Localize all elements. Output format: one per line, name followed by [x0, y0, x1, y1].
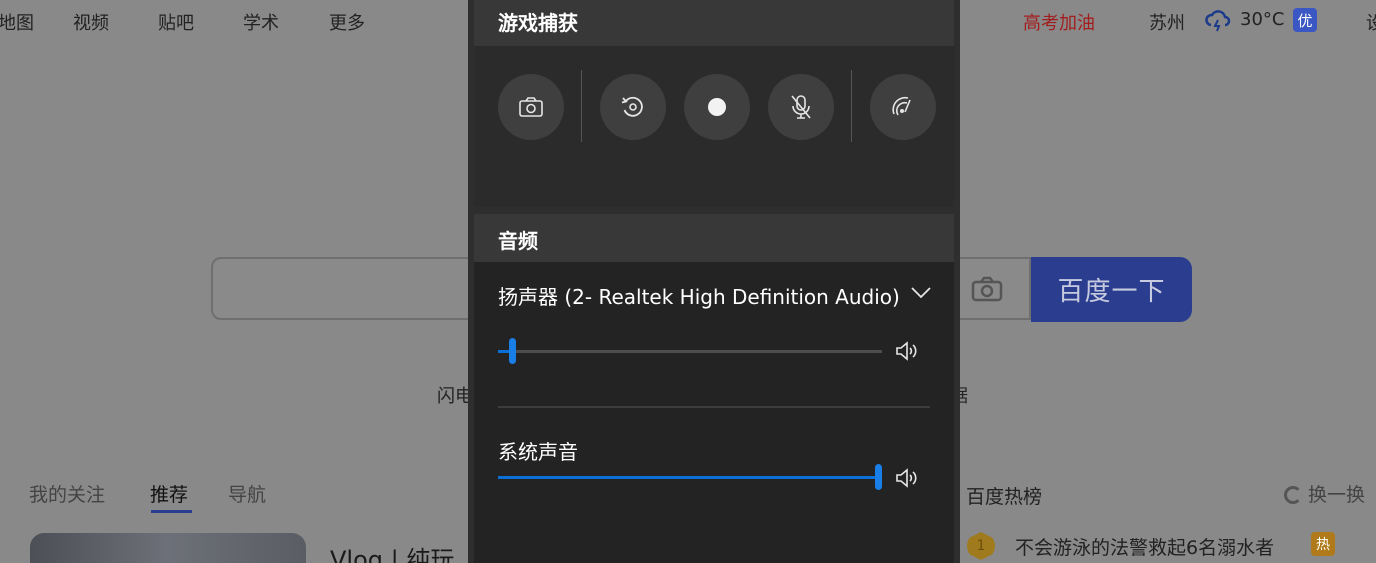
active-tab-indicator — [151, 510, 192, 513]
system-speaker-icon[interactable] — [894, 467, 918, 489]
nav-more[interactable]: 更多 — [329, 9, 365, 35]
nav-xueshu[interactable]: 学术 — [243, 9, 279, 35]
image-search-icon[interactable] — [970, 275, 1004, 303]
search-button[interactable]: 百度一下 — [1031, 257, 1192, 322]
mic-toggle-button[interactable] — [768, 74, 834, 140]
replay-icon — [621, 96, 643, 117]
audio-title: 音频 — [498, 229, 538, 253]
broadcast-icon — [892, 96, 911, 116]
hot-item-link[interactable]: 不会游泳的法警救起6名溺水者 — [1015, 533, 1274, 560]
system-volume-thumb[interactable] — [875, 464, 882, 490]
refresh-label: 换一换 — [1308, 484, 1366, 506]
camera-icon — [519, 97, 543, 117]
record-dot-icon — [708, 98, 726, 116]
refresh-button[interactable]: 换一换 — [1284, 480, 1365, 507]
screenshot-button[interactable] — [498, 74, 564, 140]
hot-badge: 热 — [1311, 532, 1335, 556]
cloud-rain-icon — [1205, 10, 1231, 32]
temperature-label: 30°C — [1240, 9, 1285, 30]
capture-divider — [581, 70, 582, 142]
nav-video[interactable]: 视频 — [73, 9, 109, 35]
feed-thumbnail[interactable] — [30, 533, 306, 563]
audio-separator — [498, 406, 930, 408]
settings-link[interactable]: 设 — [1366, 9, 1376, 35]
feed-item-title[interactable]: Vlog | 纯玩 — [330, 540, 454, 563]
audio-header[interactable] — [474, 214, 954, 262]
system-volume-fill — [498, 476, 878, 479]
capture-divider-2 — [851, 70, 852, 142]
speaker-icon[interactable] — [894, 340, 918, 362]
broadcast-button[interactable] — [870, 74, 936, 140]
nav-tieba[interactable]: 贴吧 — [158, 9, 194, 35]
city-label[interactable]: 苏州 — [1149, 9, 1185, 35]
chevron-down-icon[interactable] — [910, 284, 932, 300]
record-last-30s-button[interactable] — [600, 74, 666, 140]
nav-map[interactable]: 地图 — [0, 9, 34, 35]
tab-following[interactable]: 我的关注 — [29, 480, 105, 507]
aqi-badge: 优 — [1293, 8, 1317, 32]
gaokao-link[interactable]: 高考加油 — [1023, 9, 1095, 35]
hot-rank-badge: 1 — [967, 532, 995, 560]
output-device-label[interactable]: 扬声器 (2- Realtek High Definition Audio) — [498, 281, 900, 310]
hot-list-title: 百度热榜 — [966, 486, 1043, 508]
mic-off-icon — [791, 95, 811, 119]
refresh-icon — [1284, 486, 1302, 504]
device-volume-slider[interactable] — [498, 350, 882, 353]
capture-title: 游戏捕获 — [498, 11, 578, 35]
device-volume-thumb[interactable] — [509, 338, 516, 364]
record-button[interactable] — [684, 74, 750, 140]
tab-recommend[interactable]: 推荐 — [150, 480, 188, 507]
system-sounds-label: 系统声音 — [498, 440, 578, 464]
tab-navigation[interactable]: 导航 — [228, 480, 266, 507]
